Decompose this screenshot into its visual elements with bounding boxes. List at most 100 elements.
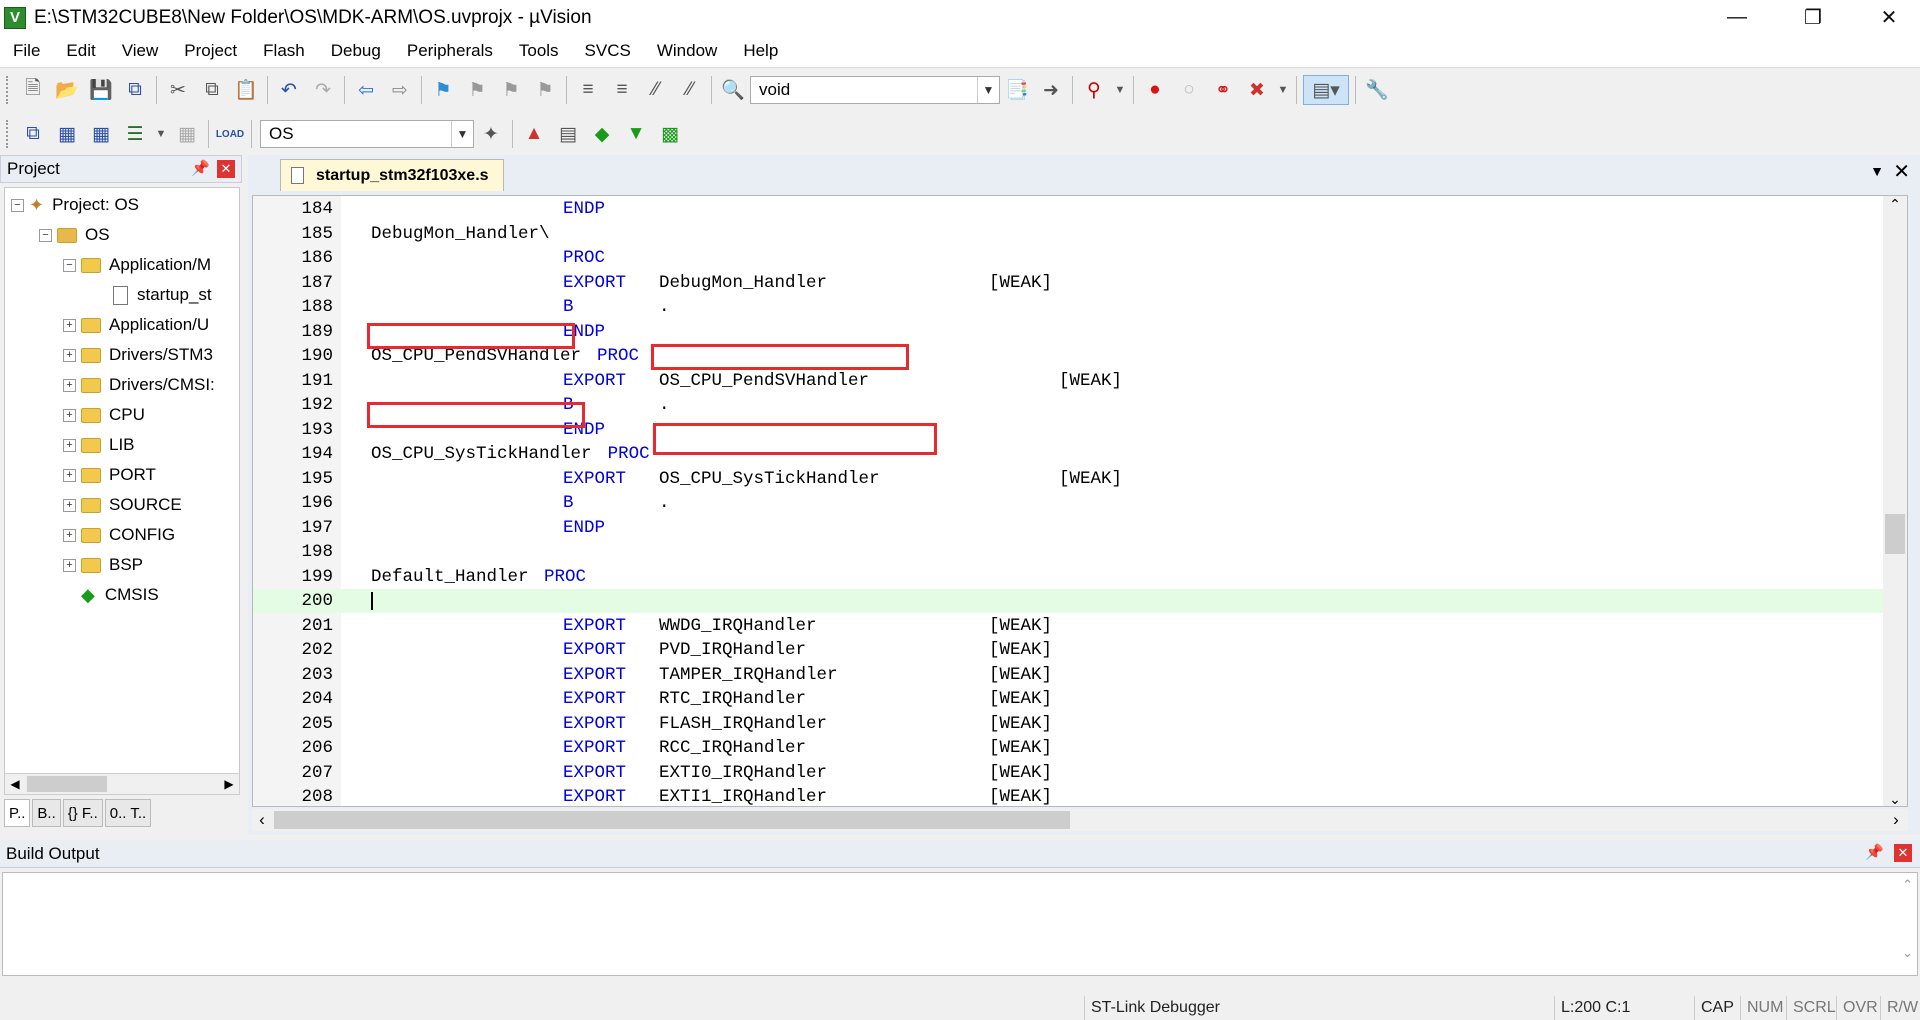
menu-edit[interactable]: Edit [53, 41, 108, 61]
expand-icon[interactable]: + [63, 558, 76, 572]
scroll-down-icon[interactable]: ⌄ [1883, 791, 1907, 806]
build-icon[interactable]: ▦ [52, 119, 82, 149]
editor-tab-startup[interactable]: startup_stm32f103xe.s [280, 159, 504, 191]
close-panel-icon[interactable]: ✕ [1894, 844, 1912, 862]
insert-bookmark-icon[interactable]: ⚑ [428, 75, 458, 105]
tree-item-application-u[interactable]: + Application/U [63, 312, 209, 338]
tree-item-source[interactable]: + SOURCE [63, 492, 182, 518]
scroll-thumb[interactable] [1885, 514, 1905, 554]
expand-icon[interactable]: + [63, 348, 76, 362]
project-tab-2[interactable]: {} F.. [62, 799, 103, 827]
debug-session-icon[interactable]: ⚲ [1079, 75, 1109, 105]
tree-item-cpu[interactable]: + CPU [63, 402, 145, 428]
scroll-thumb[interactable] [274, 811, 1070, 829]
tree-item-application-m[interactable]: − Application/M [63, 252, 211, 278]
disable-all-breakpoints-icon[interactable]: ⚭ [1208, 75, 1238, 105]
menu-flash[interactable]: Flash [250, 41, 318, 61]
find-references-icon[interactable]: ➜ [1036, 75, 1066, 105]
manage-runtime-icon[interactable]: ◆ [587, 119, 617, 149]
chevron-down-icon[interactable]: ▼ [977, 77, 999, 103]
toolbar-grip[interactable] [6, 76, 10, 104]
scroll-down-icon[interactable]: ⌄ [1902, 945, 1913, 961]
scroll-right-icon[interactable]: › [1884, 810, 1908, 830]
scroll-up-icon[interactable]: ⌃ [1902, 877, 1913, 893]
open-file-icon[interactable]: 📂 [52, 75, 82, 105]
tree-item-bsp[interactable]: + BSP [63, 552, 143, 578]
expand-icon[interactable]: + [63, 468, 76, 482]
scroll-up-icon[interactable]: ⌃ [1883, 196, 1907, 213]
close-window-button[interactable]: ✕ [1858, 0, 1920, 35]
clear-bookmarks-icon[interactable]: ⚑ [530, 75, 560, 105]
expand-icon[interactable]: + [63, 438, 76, 452]
close-panel-icon[interactable]: ✕ [217, 160, 235, 178]
toolbar-grip[interactable] [6, 120, 10, 148]
tree-item-port[interactable]: + PORT [63, 462, 156, 488]
find-combo[interactable]: void ▼ [750, 76, 1000, 104]
incremental-find-icon[interactable]: 📑 [1002, 75, 1032, 105]
menu-file[interactable]: File [0, 41, 53, 61]
close-tab-icon[interactable]: ✕ [1893, 159, 1910, 184]
expand-icon[interactable]: + [63, 528, 76, 542]
scroll-right-icon[interactable]: ▶ [219, 777, 239, 791]
menu-debug[interactable]: Debug [318, 41, 394, 61]
breakpoint-icon[interactable]: ● [1140, 75, 1170, 105]
previous-bookmark-icon[interactable]: ⚑ [462, 75, 492, 105]
code-editor[interactable]: 184 ENDP 185 DebugMon_Handler\ 186 PROC 187 EXP… [252, 195, 1908, 807]
paste-icon[interactable]: 📋 [231, 75, 261, 105]
menu-svcs[interactable]: SVCS [572, 41, 644, 61]
menu-window[interactable]: Window [644, 41, 730, 61]
stop-build-icon[interactable]: ▦ [172, 119, 202, 149]
batch-build-icon[interactable]: ☰ [120, 119, 150, 149]
scroll-thumb[interactable] [27, 776, 107, 792]
tree-item-project-os[interactable]: − ✦ Project: OS [11, 192, 139, 218]
disable-breakpoint-icon[interactable]: ○ [1174, 75, 1204, 105]
menu-help[interactable]: Help [730, 41, 791, 61]
target-options-icon[interactable]: ✦ [476, 119, 506, 149]
tree-item-lib[interactable]: + LIB [63, 432, 135, 458]
tree-item-drivers-stm3[interactable]: + Drivers/STM3 [63, 342, 213, 368]
project-tab-0[interactable]: P.. [4, 799, 31, 827]
uncomment-icon[interactable]: ⁄⁄ [675, 75, 705, 105]
find-in-files-icon[interactable]: 🔍 [718, 75, 748, 105]
configure-icon[interactable]: 🔧 [1362, 75, 1392, 105]
tree-item-startup-st[interactable]: startup_st [95, 282, 212, 308]
scroll-left-icon[interactable]: ‹ [252, 810, 272, 830]
scroll-left-icon[interactable]: ◀ [5, 777, 25, 791]
editor-hscrollbar[interactable]: ‹ › [252, 809, 1908, 831]
comment-icon[interactable]: ⁄⁄ [641, 75, 671, 105]
tree-item-drivers-cmsi[interactable]: + Drivers/CMSI: [63, 372, 215, 398]
window-layout-icon[interactable]: ▤▾ [1303, 75, 1349, 105]
pin-icon[interactable]: 📌 [1865, 843, 1884, 861]
unindent-icon[interactable]: ≡ [607, 75, 637, 105]
translate-icon[interactable]: ⧉ [18, 119, 48, 149]
restore-button[interactable]: ❐ [1782, 0, 1844, 35]
menu-tools[interactable]: Tools [506, 41, 572, 61]
chevron-down-icon[interactable]: ▼ [451, 121, 473, 147]
collapse-icon[interactable]: − [11, 198, 24, 212]
kill-all-breakpoints-icon[interactable]: ✖ [1242, 75, 1272, 105]
tree-item-os[interactable]: − OS [39, 222, 110, 248]
build-output-text[interactable]: ⌃ ⌄ [2, 872, 1918, 976]
dropdown-arrow-icon[interactable]: ▼ [1113, 75, 1127, 105]
expand-icon[interactable]: + [63, 408, 76, 422]
tab-list-dropdown-icon[interactable]: ▼ [1870, 163, 1884, 179]
new-file-icon[interactable]: 🗎 [18, 75, 48, 105]
expand-icon[interactable]: + [63, 498, 76, 512]
copy-icon[interactable]: ⧉ [197, 75, 227, 105]
indent-icon[interactable]: ≡ [573, 75, 603, 105]
navigate-forward-icon[interactable]: ⇨ [385, 75, 415, 105]
navigate-back-icon[interactable]: ⇦ [351, 75, 381, 105]
editor-vscrollbar[interactable]: ⌃ ⌄ [1883, 196, 1907, 806]
save-icon[interactable]: 💾 [86, 75, 116, 105]
cut-icon[interactable]: ✂ [163, 75, 193, 105]
next-bookmark-icon[interactable]: ⚑ [496, 75, 526, 105]
minimize-button[interactable]: — [1706, 0, 1768, 35]
redo-icon[interactable]: ↷ [308, 75, 338, 105]
project-tab-3[interactable]: 0.. T.. [104, 799, 152, 827]
target-select[interactable]: OS ▼ [260, 120, 474, 148]
tree-item-cmsis[interactable]: ◆ CMSIS [63, 582, 159, 608]
collapse-icon[interactable]: − [39, 228, 52, 242]
download-load-icon[interactable]: LOAD [215, 119, 245, 149]
rebuild-icon[interactable]: ▦ [86, 119, 116, 149]
pack-installer-icon[interactable]: ▩ [655, 119, 685, 149]
